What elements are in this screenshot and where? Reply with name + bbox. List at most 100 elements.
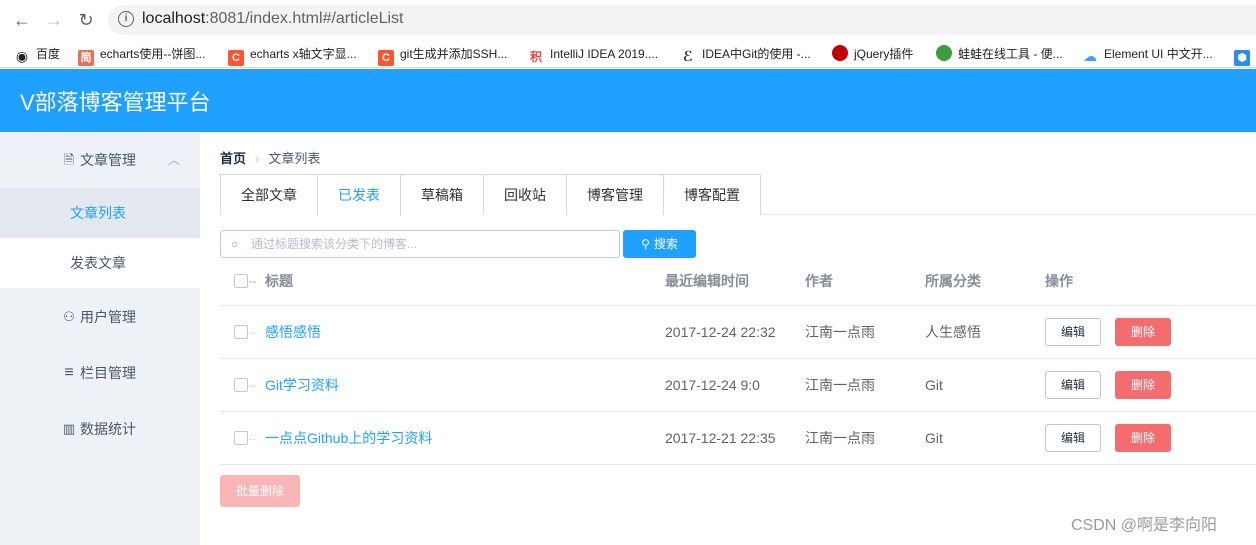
bookmark-item[interactable]: 积 IntelliJ IDEA 2019....	[528, 45, 659, 64]
article-title-link[interactable]: 一点点Github上的学习资料	[265, 428, 432, 448]
bookmark-label: IDEA中Git的使用 -...	[702, 47, 811, 61]
sidebar-group-label: 文章管理	[80, 152, 136, 168]
bookmark-item[interactable]: ⬢	[1234, 45, 1256, 66]
article-title-link[interactable]: Git学习资料	[265, 375, 339, 395]
watermark: CSDN @啊是李向阳	[1071, 517, 1218, 534]
jquery-icon	[832, 45, 848, 61]
bookmarks-bar: ◉ 百度 简 echarts使用--饼图... Cecharts x轴文字显... …	[0, 40, 1256, 68]
bookmark-item[interactable]: 蛙蛙在线工具 - 便...	[936, 45, 1063, 63]
ji-icon: 积	[529, 50, 542, 64]
cnblogs-icon: ℰ	[682, 48, 694, 64]
column-header-category: 所属分类	[925, 273, 981, 289]
ellipsis: ..	[249, 428, 257, 443]
table-row: .. 一点点Github上的学习资料 2017-12-21 22:35 江南一点…	[220, 412, 1256, 465]
breadcrumb-home[interactable]: 首页	[220, 151, 246, 166]
back-arrow-icon[interactable]: ←	[10, 8, 34, 32]
search-icon: ○	[231, 237, 239, 251]
sidebar-item-article-list[interactable]: 文章列表	[0, 188, 200, 238]
search-button-label: 搜索	[653, 237, 678, 251]
sidebar-group-stats[interactable]: ▥ 数据统计	[0, 401, 200, 457]
row-checkbox[interactable]	[234, 378, 248, 392]
author: 江南一点雨	[805, 377, 875, 393]
search-button[interactable]: ⚲ 搜索	[623, 230, 696, 258]
table-row: .. 感悟感悟 2017-12-24 22:32 江南一点雨 人生感悟 编辑 删…	[220, 306, 1256, 359]
tab-all-articles[interactable]: 全部文章	[220, 174, 318, 215]
sidebar-group-label: 数据统计	[80, 421, 136, 437]
search-input[interactable]	[251, 231, 611, 257]
shield-icon: ⬢	[1234, 50, 1250, 66]
bookmark-label: 蛙蛙在线工具 - 便...	[958, 47, 1063, 61]
document-icon: 🗎	[63, 152, 75, 167]
chevron-right-icon: ›	[255, 151, 260, 166]
edit-time: 2017-12-24 22:32	[665, 324, 776, 340]
sidebar-group-columns[interactable]: ≡ 栏目管理	[0, 345, 200, 401]
bookmark-item[interactable]: jQuery插件	[832, 45, 913, 63]
breadcrumb: 首页 › 文章列表	[220, 151, 320, 167]
row-checkbox[interactable]	[234, 431, 248, 445]
bookmark-item[interactable]: 简 echarts使用--饼图...	[78, 45, 205, 66]
edit-button[interactable]: 编辑	[1045, 371, 1101, 399]
reload-icon[interactable]: ↻	[74, 8, 98, 32]
batch-delete-button[interactable]: 批量删除	[220, 475, 300, 507]
tab-bar: 全部文章 已发表 草稿箱 回收站 博客管理 博客配置	[220, 174, 1256, 216]
author: 江南一点雨	[805, 324, 875, 340]
delete-button[interactable]: 删除	[1115, 371, 1171, 399]
article-title-link[interactable]: 感悟感悟	[265, 322, 321, 342]
jianshu-icon: 简	[78, 50, 94, 66]
bookmark-item[interactable]: Cecharts x轴文字显...	[228, 45, 357, 66]
bookmark-label: jQuery插件	[854, 47, 914, 61]
ellipsis: ..	[249, 271, 257, 286]
ellipsis: ..	[249, 322, 257, 337]
delete-button[interactable]: 删除	[1115, 424, 1171, 452]
breadcrumb-current: 文章列表	[268, 151, 321, 166]
bookmark-item[interactable]: ℰ IDEA中Git的使用 -...	[680, 45, 811, 64]
column-header-author: 作者	[805, 273, 833, 289]
edit-time: 2017-12-24 9:0	[665, 377, 760, 393]
category: 人生感悟	[925, 324, 981, 340]
menu-icon: ≡	[64, 364, 74, 381]
bookmark-label: IntelliJ IDEA 2019....	[550, 47, 659, 61]
sidebar-group-label: 栏目管理	[80, 365, 136, 381]
column-header-time: 最近编辑时间	[665, 273, 749, 289]
tab-trash[interactable]: 回收站	[483, 174, 567, 215]
tab-blog-management[interactable]: 博客管理	[566, 174, 664, 215]
url-path: :8081/index.html#/articleList	[205, 10, 404, 27]
tab-drafts[interactable]: 草稿箱	[400, 174, 484, 215]
row-checkbox[interactable]	[234, 325, 248, 339]
frog-icon	[936, 45, 952, 61]
globe-icon: ◉	[15, 48, 29, 64]
url-host: localhost	[142, 10, 206, 27]
bookmark-label: echarts x轴文字显...	[250, 47, 357, 61]
search-field: ○	[220, 230, 620, 258]
sidebar-group-articles[interactable]: 🗎 文章管理 ︿	[0, 132, 200, 188]
sidebar-group-users[interactable]: ⚇ 用户管理	[0, 289, 200, 345]
table-row: .. Git学习资料 2017-12-24 9:0 江南一点雨 Git 编辑 删…	[220, 359, 1256, 412]
bookmark-label: Element UI 中文开...	[1104, 47, 1213, 61]
delete-button[interactable]: 删除	[1115, 318, 1171, 346]
url-text[interactable]: localhost:8081/index.html#/articleList	[142, 10, 403, 28]
bookmark-item[interactable]: ☁ Element UI 中文开...	[1082, 45, 1213, 64]
element-icon: ☁	[1083, 48, 1097, 64]
csdn-icon: C	[378, 50, 394, 66]
edit-button[interactable]: 编辑	[1045, 424, 1101, 452]
sidebar-item-publish-article[interactable]: 发表文章	[0, 238, 200, 288]
csdn-icon: C	[228, 50, 244, 66]
sidebar-group-label: 用户管理	[80, 309, 136, 325]
chevron-up-icon: ︿	[168, 153, 181, 167]
tab-blog-config[interactable]: 博客配置	[663, 174, 761, 215]
bookmark-label: git生成并添加SSH...	[400, 47, 508, 61]
tab-published[interactable]: 已发表	[317, 174, 401, 216]
edit-time: 2017-12-21 22:35	[665, 430, 776, 446]
bookmark-item[interactable]: Cgit生成并添加SSH...	[378, 45, 508, 66]
sidebar: 🗎 文章管理 ︿ 文章列表 发表文章 ⚇ 用户管理 ≡ 栏目管理 ▥ 数据统计	[0, 132, 200, 545]
info-icon[interactable]: i	[118, 11, 134, 27]
bookmark-item[interactable]: ◉ 百度	[14, 45, 60, 64]
column-header-actions: 操作	[1045, 273, 1073, 289]
edit-button[interactable]: 编辑	[1045, 318, 1101, 346]
select-all-checkbox[interactable]	[234, 274, 248, 288]
browser-toolbar: ← → ↻ i localhost:8081/index.html#/artic…	[0, 0, 1256, 40]
table-header: .. 标题 最近编辑时间 作者 所属分类 操作	[220, 257, 1256, 306]
user-icon: ⚇	[63, 309, 75, 324]
forward-arrow-icon[interactable]: →	[42, 8, 66, 32]
column-header-title: 标题	[265, 273, 293, 289]
